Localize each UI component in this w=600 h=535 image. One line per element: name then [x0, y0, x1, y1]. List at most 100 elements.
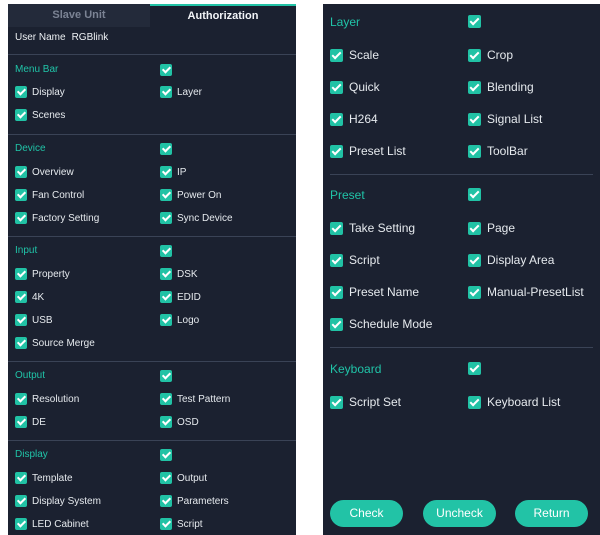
check-button[interactable]: Check: [330, 500, 403, 527]
checkbox-blending[interactable]: Blending: [468, 79, 534, 95]
checkbox-script-set[interactable]: Script Set: [330, 394, 401, 410]
section-title-display: Display: [15, 449, 48, 460]
checkbox-quick[interactable]: Quick: [330, 79, 380, 95]
checkbox-property[interactable]: Property: [15, 267, 70, 281]
checkbox-icon: [160, 189, 172, 201]
checkbox-label: Scale: [349, 48, 380, 62]
checkbox-display-area[interactable]: Display Area: [468, 252, 554, 268]
return-button[interactable]: Return: [515, 500, 588, 527]
device-all-checkbox[interactable]: [160, 143, 172, 155]
checkbox-preset-script[interactable]: Script: [330, 252, 380, 268]
checkbox-take-setting[interactable]: Take Setting: [330, 220, 415, 236]
checkbox-usb[interactable]: USB: [15, 313, 53, 327]
checkbox-keyboard-list[interactable]: Keyboard List: [468, 394, 560, 410]
checkbox-label: Schedule Mode: [349, 317, 433, 331]
left-authorization-panel: Slave Unit Authorization User Name RGBlin…: [8, 4, 296, 535]
divider: [8, 236, 296, 237]
checkbox-layer[interactable]: Layer: [160, 85, 202, 99]
checkbox-label: Template: [32, 472, 73, 484]
keyboard-all-checkbox[interactable]: [468, 362, 481, 375]
checkbox-scenes[interactable]: Scenes: [15, 108, 65, 122]
checkbox-label: Display Area: [487, 253, 555, 267]
checkbox-de[interactable]: DE: [15, 415, 46, 429]
checkbox-label: Preset List: [349, 144, 406, 158]
checkbox-label: Output: [177, 472, 208, 484]
checkbox-preset-list[interactable]: Preset List: [330, 143, 406, 159]
checkbox-overview[interactable]: Overview: [15, 165, 74, 179]
menu-bar-all-checkbox[interactable]: [160, 64, 172, 76]
checkbox-icon: [160, 291, 172, 303]
section-title-preset: Preset: [330, 188, 365, 202]
checkbox-icon: [468, 395, 481, 409]
section-title-keyboard: Keyboard: [330, 362, 382, 376]
checkbox-icon: [330, 112, 343, 126]
checkbox-display[interactable]: Display: [15, 85, 65, 99]
checkbox-resolution[interactable]: Resolution: [15, 392, 79, 406]
display-all-checkbox[interactable]: [160, 449, 172, 461]
checkbox-icon: [15, 518, 27, 530]
checkbox-parameters[interactable]: Parameters: [160, 494, 229, 508]
checkbox-icon: [15, 166, 27, 178]
checkbox-output[interactable]: Output: [160, 471, 207, 485]
checkbox-h264[interactable]: H264: [330, 111, 378, 127]
checkbox-label: Factory Setting: [32, 212, 100, 224]
checkbox-icon: [15, 212, 27, 224]
checkbox-icon: [160, 472, 172, 484]
checkbox-icon: [160, 166, 172, 178]
checkbox-script[interactable]: Script: [160, 517, 203, 531]
checkbox-icon: [330, 80, 343, 94]
divider: [330, 174, 593, 175]
checkbox-schedule-mode[interactable]: Schedule Mode: [330, 316, 432, 332]
checkbox-label: Script: [177, 518, 203, 530]
tab-slave-unit[interactable]: Slave Unit: [8, 4, 150, 27]
divider: [8, 440, 296, 441]
checkbox-4k[interactable]: 4K: [15, 290, 44, 304]
checkbox-label: OSD: [177, 416, 199, 428]
checkbox-label: H264: [349, 112, 378, 126]
checkbox-label: LED Cabinet: [32, 518, 89, 530]
checkbox-page[interactable]: Page: [468, 220, 515, 236]
checkbox-crop[interactable]: Crop: [468, 47, 513, 63]
checkbox-icon: [15, 86, 27, 98]
checkbox-edid[interactable]: EDID: [160, 290, 201, 304]
output-all-checkbox[interactable]: [160, 370, 172, 382]
checkbox-icon: [15, 109, 27, 121]
section-title-input: Input: [15, 245, 38, 256]
checkbox-toolbar[interactable]: ToolBar: [468, 143, 528, 159]
checkbox-test-pattern[interactable]: Test Pattern: [160, 392, 230, 406]
checkbox-led-cabinet[interactable]: LED Cabinet: [15, 517, 89, 531]
checkbox-manual-presetlist[interactable]: Manual-PresetList: [468, 284, 584, 300]
checkbox-scale[interactable]: Scale: [330, 47, 379, 63]
section-title-layer: Layer: [330, 15, 361, 29]
preset-all-checkbox[interactable]: [468, 188, 481, 201]
checkbox-ip[interactable]: IP: [160, 165, 186, 179]
checkbox-label: Resolution: [32, 393, 80, 405]
checkbox-label: Display: [32, 86, 65, 98]
checkbox-logo[interactable]: Logo: [160, 313, 199, 327]
input-all-checkbox[interactable]: [160, 245, 172, 257]
checkbox-display-system[interactable]: Display System: [15, 494, 101, 508]
checkbox-label: Sync Device: [177, 212, 233, 224]
divider: [8, 134, 296, 135]
checkbox-dsk[interactable]: DSK: [160, 267, 198, 281]
checkbox-fan-control[interactable]: Fan Control: [15, 188, 84, 202]
checkbox-template[interactable]: Template: [15, 471, 73, 485]
section-title-menu-bar: Menu Bar: [15, 64, 59, 75]
checkbox-factory-setting[interactable]: Factory Setting: [15, 211, 99, 225]
checkbox-preset-name[interactable]: Preset Name: [330, 284, 419, 300]
checkbox-icon: [468, 221, 481, 235]
checkbox-source-merge[interactable]: Source Merge: [15, 336, 95, 350]
tab-authorization[interactable]: Authorization: [150, 4, 296, 27]
layer-all-checkbox[interactable]: [468, 15, 481, 28]
checkbox-label: Display System: [32, 495, 101, 507]
uncheck-button[interactable]: Uncheck: [423, 500, 496, 527]
checkbox-icon: [468, 285, 481, 299]
checkbox-signal-list[interactable]: Signal List: [468, 111, 542, 127]
section-title-device: Device: [15, 143, 46, 154]
checkbox-sync-device[interactable]: Sync Device: [160, 211, 233, 225]
checkbox-icon: [468, 144, 481, 158]
checkbox-power-on[interactable]: Power On: [160, 188, 221, 202]
checkbox-osd[interactable]: OSD: [160, 415, 199, 429]
checkbox-icon: [15, 472, 27, 484]
checkbox-icon: [330, 317, 343, 331]
